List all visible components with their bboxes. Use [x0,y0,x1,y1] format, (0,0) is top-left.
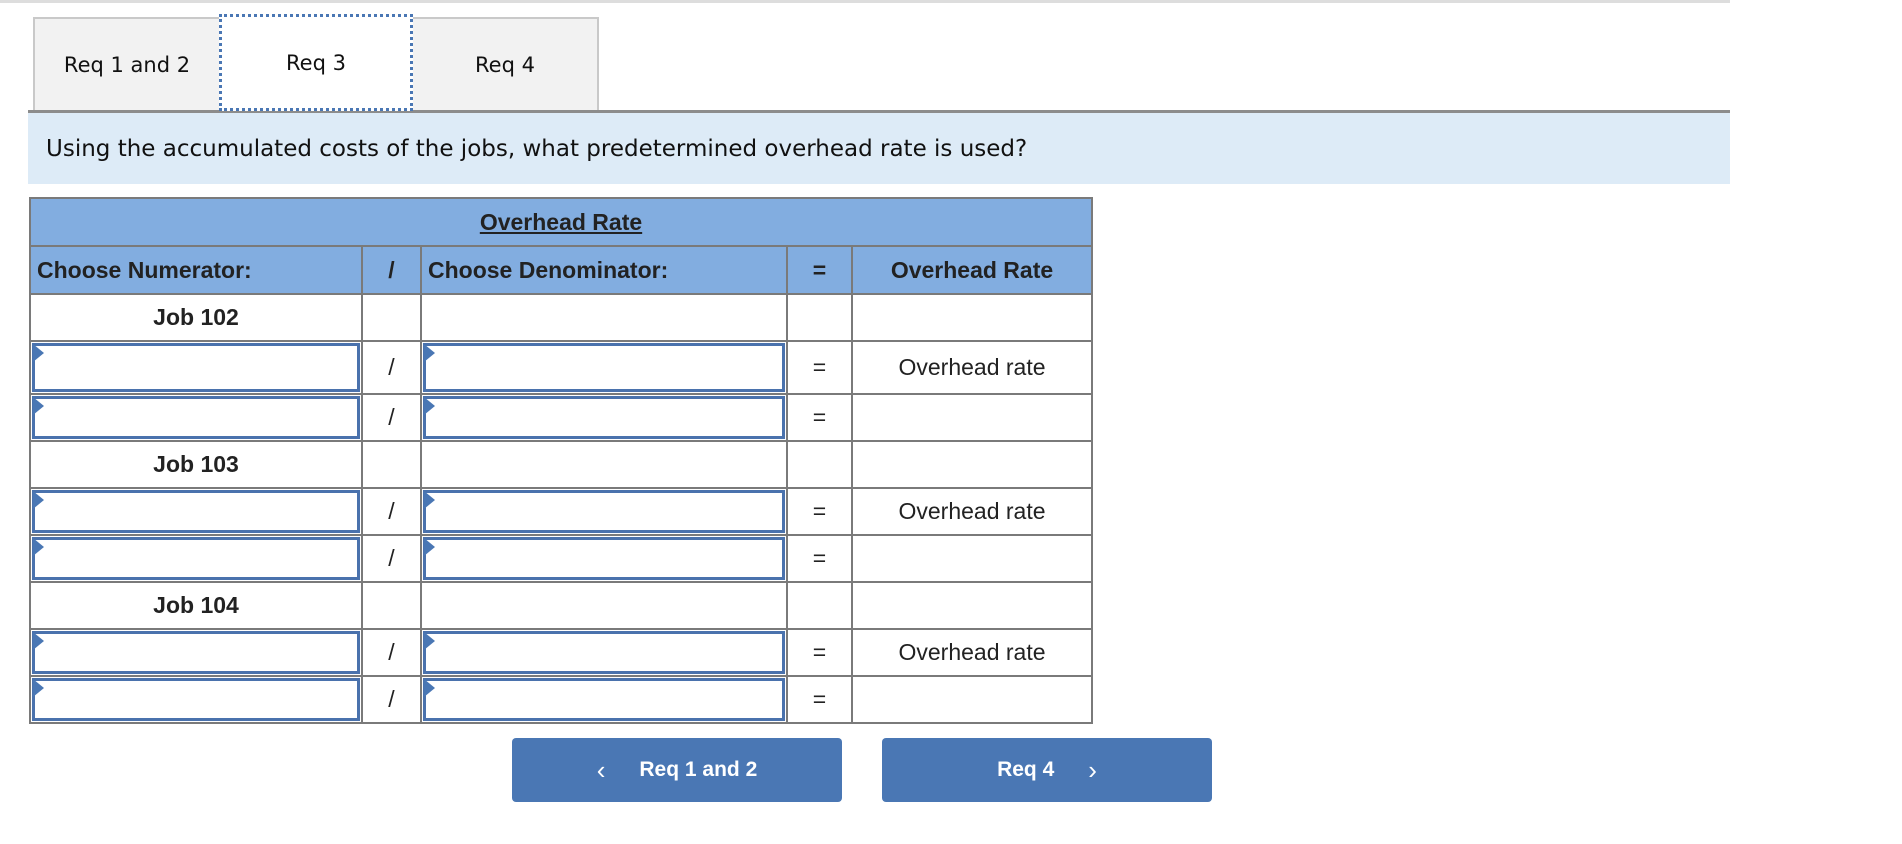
divide-sign: / [361,628,422,677]
equals-sign: = [786,487,853,536]
dropdown-indicator-icon [424,679,435,697]
table-title: Overhead Rate [29,197,1093,247]
top-divider [0,0,1730,3]
numerator-select[interactable] [32,678,360,721]
result-value [851,534,1093,583]
dropdown-indicator-icon [33,491,44,509]
denominator-select[interactable] [423,537,785,580]
table-row: / = [29,393,1093,442]
result-label: Overhead rate [851,628,1093,677]
table-row: / = Overhead rate [29,340,1093,395]
equals-sign: = [786,628,853,677]
result-value [851,393,1093,442]
job-label-row: Job 104 [29,581,1093,630]
numerator-select[interactable] [32,631,360,674]
numerator-select[interactable] [32,396,360,439]
table-row: / = [29,675,1093,724]
result-label: Overhead rate [851,340,1093,395]
header-divide: / [361,245,422,295]
numerator-select[interactable] [32,537,360,580]
divide-sign: / [361,340,422,395]
dropdown-indicator-icon [424,538,435,556]
dropdown-indicator-icon [424,397,435,415]
denominator-select[interactable] [423,343,785,392]
equals-sign: = [786,340,853,395]
job-label: Job 104 [29,581,363,630]
dropdown-indicator-icon [33,397,44,415]
next-req-button[interactable]: Req 4 › [882,738,1212,802]
dropdown-indicator-icon [33,632,44,650]
dropdown-indicator-icon [33,679,44,697]
tab-req-1-and-2[interactable]: Req 1 and 2 [33,17,221,111]
job-label-row: Job 102 [29,293,1093,342]
denominator-select[interactable] [423,631,785,674]
header-numerator: Choose Numerator: [29,245,363,295]
table-header-row: Choose Numerator: / Choose Denominator: … [29,245,1093,295]
question-banner: Using the accumulated costs of the jobs,… [28,110,1730,184]
next-req-label: Req 4 [997,758,1055,781]
result-label: Overhead rate [851,487,1093,536]
tab-req-4[interactable]: Req 4 [411,17,599,111]
equals-sign: = [786,534,853,583]
numerator-select[interactable] [32,490,360,533]
overhead-rate-table: Overhead Rate Choose Numerator: / Choose… [29,197,1093,724]
numerator-select[interactable] [32,343,360,392]
divide-sign: / [361,487,422,536]
result-value [851,675,1093,724]
job-label: Job 102 [29,293,363,342]
dropdown-indicator-icon [424,491,435,509]
job-label: Job 103 [29,440,363,489]
header-denominator: Choose Denominator: [420,245,788,295]
table-title-text: Overhead Rate [479,208,643,235]
table-row: / = Overhead rate [29,487,1093,536]
question-text: Using the accumulated costs of the jobs,… [46,135,1028,162]
denominator-select[interactable] [423,396,785,439]
equals-sign: = [786,675,853,724]
chevron-right-icon: › [1088,754,1097,785]
chevron-left-icon: ‹ [596,754,606,785]
divide-sign: / [361,534,422,583]
equals-sign: = [786,393,853,442]
denominator-select[interactable] [423,678,785,721]
tab-req-3[interactable]: Req 3 [219,14,413,111]
denominator-select[interactable] [423,490,785,533]
dropdown-indicator-icon [33,538,44,556]
header-result: Overhead Rate [851,245,1093,295]
divide-sign: / [361,675,422,724]
divide-sign: / [361,393,422,442]
header-equals: = [786,245,853,295]
table-row: / = [29,534,1093,583]
prev-req-button[interactable]: ‹ Req 1 and 2 [512,738,842,802]
dropdown-indicator-icon [33,344,44,362]
dropdown-indicator-icon [424,344,435,362]
prev-req-label: Req 1 and 2 [639,758,758,781]
job-label-row: Job 103 [29,440,1093,489]
table-title-row: Overhead Rate [29,197,1093,247]
dropdown-indicator-icon [424,632,435,650]
table-row: / = Overhead rate [29,628,1093,677]
